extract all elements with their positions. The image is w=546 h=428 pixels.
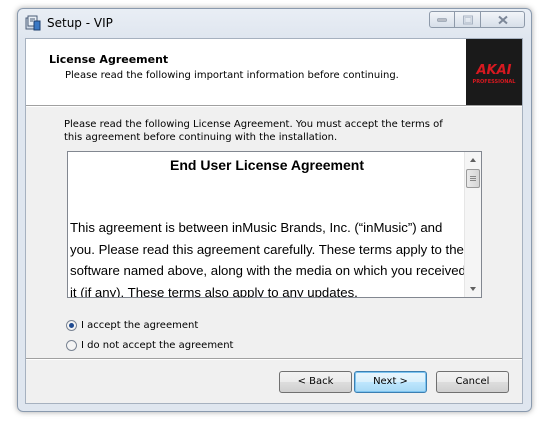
scroll-up-button[interactable] — [465, 152, 481, 168]
license-heading: End User License Agreement — [170, 157, 364, 173]
window-title: Setup - VIP — [47, 16, 113, 30]
thumb-grip-line — [470, 178, 476, 179]
license-text-area[interactable]: End User License Agreement This agreemen… — [68, 152, 466, 297]
accept-label[interactable]: I accept the agreement — [81, 320, 198, 331]
title-bar[interactable]: Setup - VIP — [18, 9, 531, 37]
back-button[interactable]: < Back — [279, 371, 352, 393]
decline-label[interactable]: I do not accept the agreement — [81, 340, 233, 351]
scroll-down-button[interactable] — [465, 281, 481, 297]
minimize-button[interactable] — [429, 11, 455, 28]
page-subtitle: Please read the following important info… — [65, 70, 399, 81]
maximize-button[interactable] — [455, 11, 481, 28]
thumb-grip-line — [470, 176, 476, 177]
close-button[interactable] — [481, 11, 525, 28]
intro-text: Please read the following License Agreem… — [64, 119, 443, 143]
next-button[interactable]: Next > — [354, 371, 427, 393]
setup-window: Setup - VIP License Agreement Please rea… — [17, 8, 532, 412]
decline-radio[interactable] — [66, 340, 77, 351]
page-title: License Agreement — [49, 53, 169, 66]
wizard-header: License Agreement Please read the follow… — [26, 39, 522, 105]
license-textbox[interactable]: End User License Agreement This agreemen… — [67, 151, 482, 298]
license-body: This agreement is between inMusic Brands… — [70, 220, 466, 297]
scroll-down-arrow-icon — [470, 287, 476, 291]
minimize-icon — [437, 18, 447, 21]
decline-option[interactable]: I do not accept the agreement — [66, 340, 233, 351]
accept-radio[interactable] — [66, 320, 77, 331]
thumb-grip-line — [470, 180, 476, 181]
window-controls — [429, 11, 525, 29]
close-icon — [497, 15, 508, 24]
wizard-client-area: License Agreement Please read the follow… — [25, 38, 523, 404]
scrollbar-thumb[interactable] — [466, 169, 480, 188]
accept-option[interactable]: I accept the agreement — [66, 320, 198, 331]
logo-subtext: PROFESSIONAL — [472, 79, 516, 85]
header-divider — [26, 105, 522, 107]
akai-logo: AKAI PROFESSIONAL — [466, 39, 522, 105]
vertical-scrollbar[interactable] — [464, 152, 481, 297]
scroll-up-arrow-icon — [470, 158, 476, 162]
setup-app-icon[interactable] — [25, 15, 41, 31]
radio-selected-dot — [69, 323, 74, 328]
maximize-icon — [462, 15, 473, 24]
logo-text: AKAI — [476, 63, 512, 78]
cancel-button[interactable]: Cancel — [436, 371, 509, 393]
footer-divider — [26, 358, 522, 360]
